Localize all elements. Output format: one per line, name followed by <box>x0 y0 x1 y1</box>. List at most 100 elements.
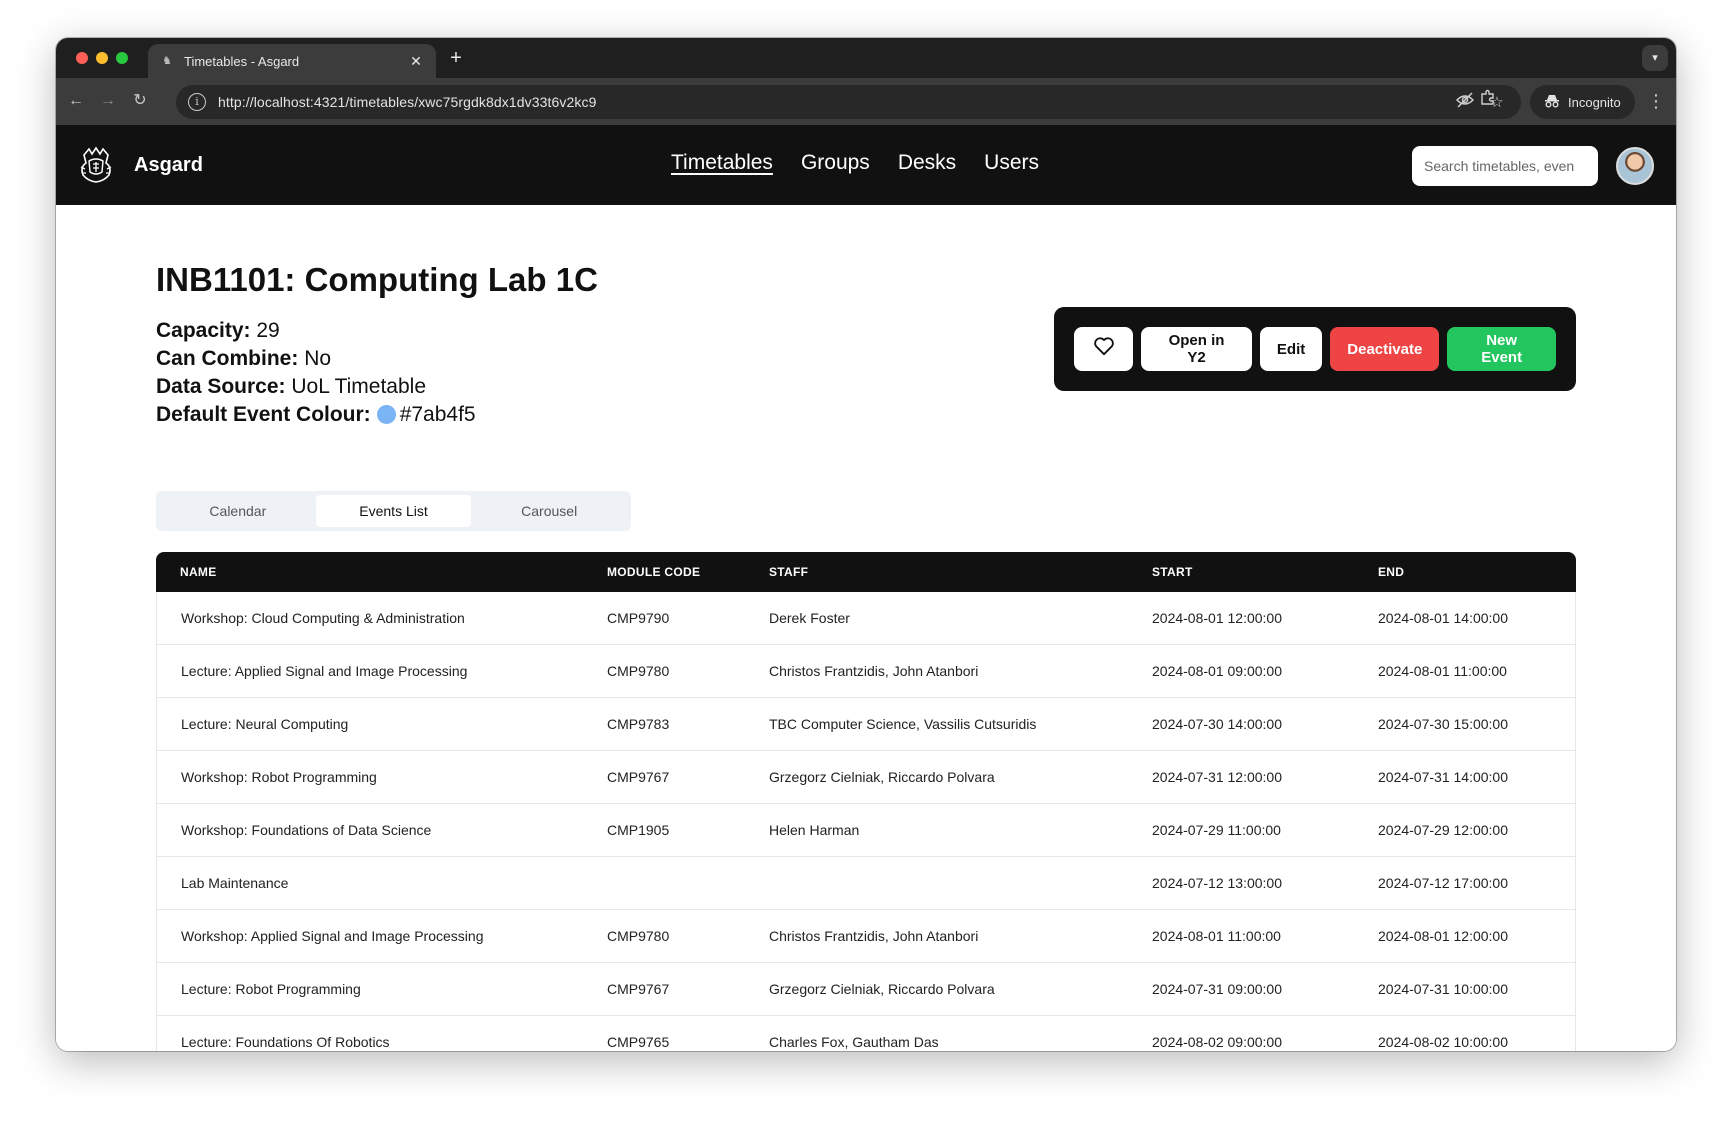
module-code-cell: CMP9767 <box>583 963 745 1016</box>
data-source-value: UoL Timetable <box>291 375 427 398</box>
start-cell: 2024-07-29 11:00:00 <box>1128 804 1354 857</box>
url-text[interactable]: http://localhost:4321/timetables/xwc75rg… <box>218 94 1445 110</box>
deactivate-button[interactable]: Deactivate <box>1330 327 1440 371</box>
module-code-cell <box>583 857 745 910</box>
staff-cell: Grzegorz Cielniak, Riccardo Polvara <box>745 963 1128 1016</box>
minimize-window-button[interactable] <box>96 52 108 64</box>
extensions-puzzle-icon[interactable] <box>1474 87 1502 115</box>
tab-title: Timetables - Asgard <box>184 53 300 69</box>
open-in-y2-button[interactable]: Open in Y2 <box>1141 327 1252 371</box>
action-bar: Open in Y2 Edit Deactivate New Event <box>1054 307 1576 391</box>
room-code: INB1101: <box>156 261 296 298</box>
close-tab-icon[interactable]: ✕ <box>408 53 424 69</box>
event-name-cell: Lab Maintenance <box>156 857 583 910</box>
table-row[interactable]: Lecture: Foundations Of Robotics CMP9765 C… <box>156 1016 1576 1051</box>
staff-cell <box>745 857 1128 910</box>
start-cell: 2024-08-01 09:00:00 <box>1128 645 1354 698</box>
favourite-button[interactable] <box>1074 327 1134 371</box>
column-header-start[interactable]: START <box>1128 552 1354 592</box>
table-row[interactable]: Workshop: Cloud Computing & Administrati… <box>156 592 1576 645</box>
tab-carousel[interactable]: Carousel <box>471 495 627 527</box>
new-event-button[interactable]: New Event <box>1447 327 1556 371</box>
browser-tab-active[interactable]: ♞ Timetables - Asgard ✕ <box>148 44 436 78</box>
capacity-row: Capacity: 29 <box>156 317 476 345</box>
nav-groups[interactable]: Groups <box>801 151 870 175</box>
table-row[interactable]: Workshop: Applied Signal and Image Proce… <box>156 910 1576 963</box>
page-title: INB1101: Computing Lab 1C <box>156 261 598 299</box>
tab-calendar[interactable]: Calendar <box>160 495 316 527</box>
browser-menu-icon[interactable]: ⋮ <box>1646 87 1666 115</box>
default-colour-row: Default Event Colour: #7ab4f5 <box>156 401 476 429</box>
module-code-cell: CMP1905 <box>583 804 745 857</box>
reload-icon[interactable]: ↻ <box>126 87 154 115</box>
data-source-label: Data Source: <box>156 375 286 398</box>
capacity-label: Capacity: <box>156 319 251 342</box>
new-tab-icon[interactable]: + <box>444 46 468 70</box>
staff-cell: Derek Foster <box>745 592 1128 645</box>
table-header-row: NAME MODULE CODE STAFF START END <box>156 552 1576 592</box>
data-source-row: Data Source: UoL Timetable <box>156 373 476 401</box>
edit-button[interactable]: Edit <box>1259 327 1323 371</box>
event-name-cell: Lecture: Robot Programming <box>156 963 583 1016</box>
incognito-indicator[interactable]: Incognito <box>1530 85 1635 119</box>
user-avatar[interactable] <box>1616 147 1654 185</box>
forward-arrow-icon[interactable]: → <box>94 87 122 115</box>
tab-events-list[interactable]: Events List <box>315 495 472 527</box>
events-table: NAME MODULE CODE STAFF START END Worksho… <box>156 552 1576 1051</box>
staff-cell: Grzegorz Cielniak, Riccardo Polvara <box>745 751 1128 804</box>
end-cell: 2024-07-30 15:00:00 <box>1354 698 1576 751</box>
staff-cell: Christos Frantzidis, John Atanbori <box>745 910 1128 963</box>
table-row[interactable]: Workshop: Foundations of Data Science CMP… <box>156 804 1576 857</box>
column-header-module-code[interactable]: MODULE CODE <box>583 552 745 592</box>
end-cell: 2024-08-01 12:00:00 <box>1354 910 1576 963</box>
staff-cell: Christos Frantzidis, John Atanbori <box>745 645 1128 698</box>
asgard-favicon-icon: ♞ <box>162 55 172 67</box>
can-combine-label: Can Combine: <box>156 347 299 370</box>
browser-tabstrip: ♞ Timetables - Asgard ✕ + ▾ <box>56 38 1676 78</box>
tab-search-chevron-icon[interactable]: ▾ <box>1642 45 1668 71</box>
event-name-cell: Workshop: Robot Programming <box>156 751 583 804</box>
table-row[interactable]: Lecture: Neural Computing CMP9783 TBC Comp… <box>156 698 1576 751</box>
column-header-end[interactable]: END <box>1354 552 1576 592</box>
start-cell: 2024-07-31 09:00:00 <box>1128 963 1354 1016</box>
end-cell: 2024-08-02 10:00:00 <box>1354 1016 1576 1051</box>
university-crest-icon <box>80 146 112 183</box>
table-row[interactable]: Lecture: Applied Signal and Image Proces… <box>156 645 1576 698</box>
module-code-cell: CMP9790 <box>583 592 745 645</box>
incognito-icon <box>1544 94 1560 111</box>
end-cell: 2024-07-31 14:00:00 <box>1354 751 1576 804</box>
events-table-body: Workshop: Cloud Computing & Administrati… <box>156 592 1576 1051</box>
back-arrow-icon[interactable]: ← <box>62 87 90 115</box>
staff-cell: Charles Fox, Gautham Das <box>745 1016 1128 1051</box>
search-input[interactable] <box>1412 146 1598 186</box>
table-row[interactable]: Lecture: Robot Programming CMP9767 Grzegor… <box>156 963 1576 1016</box>
maximize-window-button[interactable] <box>116 52 128 64</box>
browser-toolbar: ← → ↻ i http://localhost:4321/timetables… <box>56 78 1676 125</box>
page-content: INB1101: Computing Lab 1C Capacity: 29 C… <box>56 205 1676 1051</box>
close-window-button[interactable] <box>76 52 88 64</box>
main-nav: Timetables Groups Desks Users <box>671 151 1039 175</box>
window-controls <box>76 52 128 64</box>
table-row[interactable]: Workshop: Robot Programming CMP9767 Grzego… <box>156 751 1576 804</box>
column-header-name[interactable]: NAME <box>156 552 583 592</box>
brand[interactable]: Asgard <box>76 145 203 185</box>
start-cell: 2024-08-01 11:00:00 <box>1128 910 1354 963</box>
nav-users[interactable]: Users <box>984 151 1039 175</box>
default-colour-value: #7ab4f5 <box>399 403 476 426</box>
site-info-icon[interactable]: i <box>188 93 206 111</box>
module-code-cell: CMP9780 <box>583 645 745 698</box>
start-cell: 2024-07-31 12:00:00 <box>1128 751 1354 804</box>
end-cell: 2024-08-01 11:00:00 <box>1354 645 1576 698</box>
end-cell: 2024-08-01 14:00:00 <box>1354 592 1576 645</box>
address-bar[interactable]: i http://localhost:4321/timetables/xwc75… <box>176 85 1521 119</box>
room-name: Computing Lab 1C <box>304 261 598 298</box>
column-header-staff[interactable]: STAFF <box>745 552 1128 592</box>
brand-name: Asgard <box>134 153 203 176</box>
table-row[interactable]: Lab Maintenance 2024-07-12 13:00:00 2024-0… <box>156 857 1576 910</box>
room-details: Capacity: 29 Can Combine: No Data Source… <box>156 317 476 429</box>
incognito-label: Incognito <box>1568 94 1621 110</box>
event-name-cell: Lecture: Neural Computing <box>156 698 583 751</box>
nav-desks[interactable]: Desks <box>898 151 956 175</box>
nav-timetables[interactable]: Timetables <box>671 151 773 175</box>
start-cell: 2024-08-02 09:00:00 <box>1128 1016 1354 1051</box>
